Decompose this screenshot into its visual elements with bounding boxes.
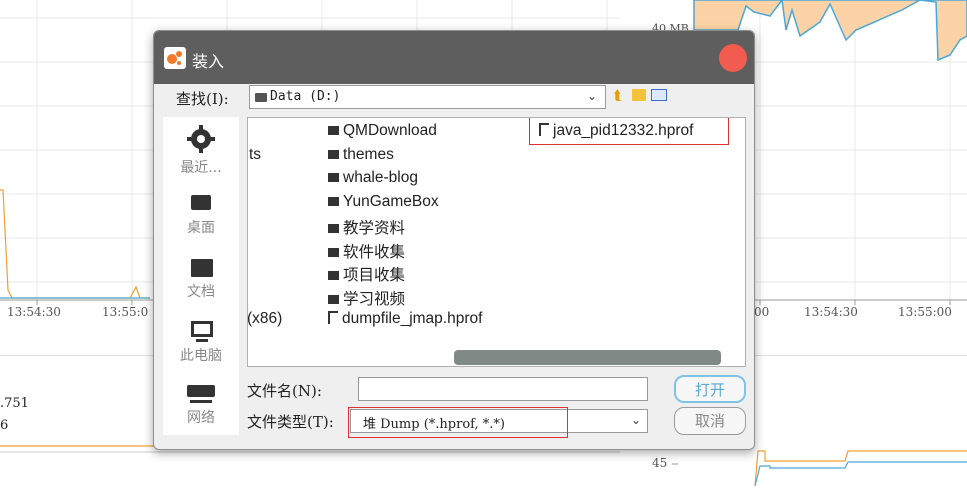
list-item-partial[interactable]: ts — [249, 146, 261, 164]
places-sidebar: 最近... 桌面 文档 此电脑 网络 — [163, 117, 239, 435]
open-button[interactable]: 打开 — [674, 375, 746, 403]
file-list[interactable]: ts (x86) QMDownload themes whale-blog Yu… — [247, 117, 746, 367]
filetype-label: 文件类型(T): — [247, 413, 334, 431]
place-label: 桌面 — [187, 220, 215, 236]
dialog-titlebar[interactable]: 装入 — [154, 31, 754, 84]
dialog-title: 装入 — [192, 52, 225, 71]
folder-icon — [328, 173, 339, 182]
folder-label: QMDownload — [343, 122, 437, 139]
folder-label: YunGameBox — [343, 193, 439, 210]
folder-item[interactable]: 软件收集 — [328, 240, 405, 262]
folder-label: 项目收集 — [343, 267, 406, 284]
network-base — [190, 400, 212, 403]
horizontal-scrollbar[interactable] — [454, 350, 721, 365]
recent-icon — [187, 125, 215, 153]
folder-icon — [328, 197, 339, 206]
file-item[interactable]: dumpfile_jmap.hprof — [328, 310, 482, 328]
folder-item[interactable]: 项目收集 — [328, 263, 405, 285]
folder-icon — [328, 224, 339, 233]
chevron-down-icon: ⌄ — [630, 413, 641, 427]
list-item-partial[interactable]: (x86) — [248, 310, 282, 328]
place-label: 此电脑 — [180, 348, 222, 364]
right-time-tick-2: 13:55:00 — [898, 305, 952, 319]
filename-input[interactable] — [358, 377, 648, 401]
computer-icon — [191, 321, 213, 337]
place-label: 网络 — [187, 410, 215, 426]
documents-icon — [191, 259, 213, 277]
highlight-box-filetype — [348, 407, 568, 438]
folder-icon — [328, 248, 339, 257]
file-label: dumpfile_jmap.hprof — [342, 310, 483, 327]
lookin-value: Data (D:) — [270, 89, 341, 104]
computer-stand — [196, 339, 208, 342]
open-file-dialog: 装入 查找(I): Data (D:) ⌄ ⮬ 最近... 桌面 文档 此电脑 … — [153, 30, 755, 450]
network-icon — [187, 385, 215, 397]
filename-label: 文件名(N): — [247, 382, 322, 400]
left-time-tick-2: 13:55:0 — [102, 305, 149, 319]
close-button[interactable] — [719, 44, 747, 72]
view-menu-icon[interactable] — [651, 89, 667, 101]
app-logo-icon — [164, 47, 186, 69]
folder-item[interactable]: 学习视频 — [328, 287, 405, 309]
left-time-tick-1: 13:54:30 — [7, 305, 61, 319]
folder-icon — [328, 271, 339, 280]
folder-label: themes — [343, 146, 394, 163]
chevron-down-icon: ⌄ — [586, 89, 597, 103]
folder-item[interactable]: YunGameBox — [328, 193, 439, 211]
right-time-tick-1: 13:54:30 — [804, 305, 858, 319]
folder-item[interactable]: themes — [328, 146, 394, 164]
file-icon — [328, 311, 338, 324]
cancel-button[interactable]: 取消 — [674, 407, 746, 435]
lookin-label: 查找(I): — [176, 90, 229, 108]
desktop-icon — [191, 195, 211, 210]
folder-item[interactable]: 教学资料 — [328, 216, 405, 238]
right-time-tick-0: 00 — [754, 305, 770, 319]
place-network[interactable]: 网络 — [163, 379, 239, 439]
place-desktop[interactable]: 桌面 — [163, 187, 239, 247]
folder-label: 学习视频 — [343, 291, 406, 308]
highlight-box-file — [529, 118, 729, 145]
folder-label: 教学资料 — [343, 220, 406, 237]
lookin-combobox[interactable]: Data (D:) ⌄ — [249, 85, 606, 109]
folder-label: whale-blog — [343, 169, 418, 186]
folder-item[interactable]: whale-blog — [328, 169, 418, 187]
place-label: 最近... — [180, 160, 222, 176]
place-label: 文档 — [187, 284, 215, 300]
up-folder-icon[interactable]: ⮬ — [614, 88, 622, 104]
new-folder-icon[interactable] — [632, 89, 646, 101]
folder-icon — [328, 295, 339, 304]
folder-icon — [328, 126, 339, 135]
folder-label: 软件收集 — [343, 244, 406, 261]
place-recent[interactable]: 最近... — [163, 121, 239, 181]
folder-icon — [328, 150, 339, 159]
place-computer[interactable]: 此电脑 — [163, 315, 239, 375]
folder-item[interactable]: QMDownload — [328, 122, 437, 140]
drive-icon — [255, 93, 267, 102]
place-documents[interactable]: 文档 — [163, 251, 239, 311]
